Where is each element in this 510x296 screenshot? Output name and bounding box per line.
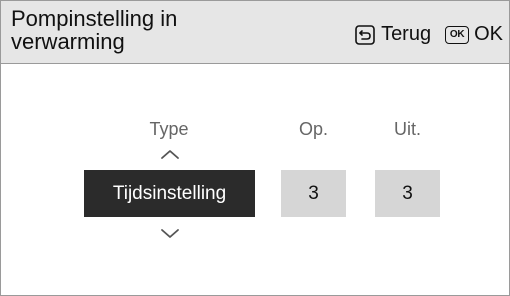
back-button[interactable]: Terug	[355, 23, 431, 46]
off-column-label: Uit.	[394, 119, 421, 139]
header-bar: Pompinstelling in verwarming Terug OK OK	[1, 1, 509, 64]
off-value-field[interactable]: 3	[375, 170, 440, 217]
screen: Pompinstelling in verwarming Terug OK OK	[0, 0, 510, 296]
back-arrow-icon	[355, 24, 375, 45]
ok-key-icon: OK	[445, 25, 470, 44]
on-column-label: Op.	[298, 119, 328, 139]
chevron-up-icon[interactable]	[160, 147, 180, 159]
back-label: Terug	[381, 23, 432, 45]
on-value-field[interactable]: 3	[281, 170, 346, 217]
page-title: Pompinstelling in verwarming	[11, 7, 271, 53]
chevron-down-icon[interactable]	[160, 227, 180, 239]
page-title-line-2: verwarming	[11, 29, 125, 54]
header-actions: Terug OK OK	[355, 23, 503, 46]
ok-button[interactable]: OK OK	[445, 23, 503, 46]
type-selector[interactable]: Tijdsinstelling	[84, 170, 255, 217]
ok-label: OK	[474, 23, 503, 45]
page-title-line-1: Pompinstelling in	[11, 6, 178, 31]
type-column-label: Type	[149, 119, 189, 139]
